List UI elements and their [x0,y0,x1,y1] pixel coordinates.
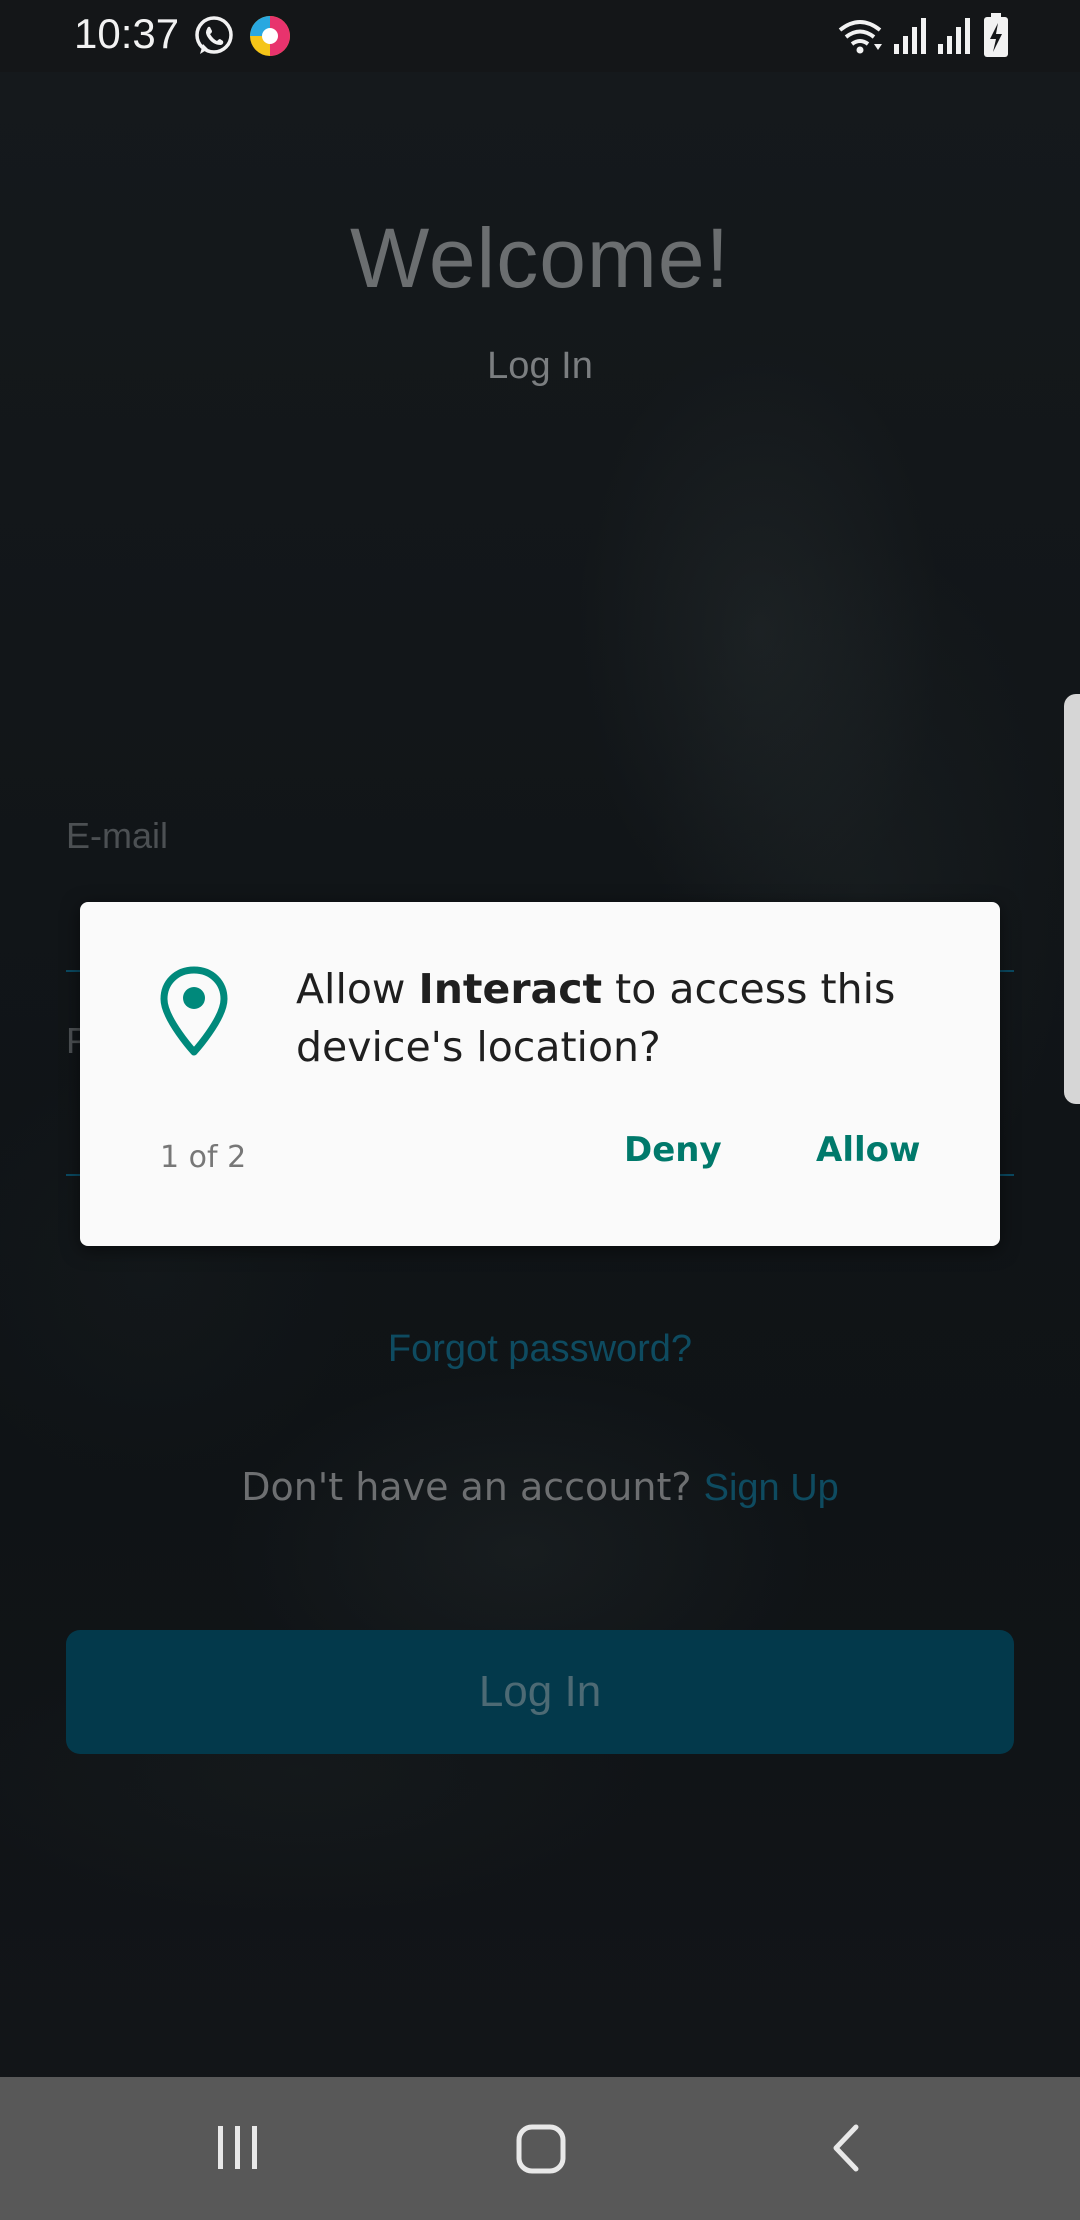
login-button[interactable]: Log In [66,1630,1014,1754]
signup-prompt: Don't have an account? [241,1465,704,1509]
location-pin-icon [160,966,228,1056]
status-time: 10:37 [74,10,180,57]
location-permission-dialog: Allow Interact to access this device's l… [80,902,1000,1246]
back-icon [833,2124,859,2172]
signal-icon [938,18,970,54]
navigation-bar [0,2077,1080,2220]
home-icon [516,2124,566,2174]
login-subtitle: Log In [487,345,593,387]
signup-link[interactable]: Sign Up [704,1467,839,1509]
recent-apps-icon [218,2126,257,2169]
recent-apps-button[interactable] [158,2077,318,2220]
dialog-app-name: Interact [418,965,603,1013]
home-button[interactable] [461,2077,621,2220]
edge-panel-handle[interactable] [1064,694,1080,1104]
status-bar: 10:37 [0,0,1080,72]
whatsapp-icon [195,16,233,54]
dialog-counter: 1 of 2 [160,1140,247,1175]
back-button[interactable] [764,2077,924,2220]
deny-button[interactable]: Deny [624,1130,722,1170]
signup-row: Don't have an account? Sign Up [0,1465,1080,1510]
dialog-message-prefix: Allow [296,965,419,1013]
screen: 10:37 Welcome! Log In E-mail P Forgot pa… [0,0,1080,2220]
wifi-icon [838,20,882,54]
allow-button[interactable]: Allow [816,1130,920,1170]
app-notification-icon [250,16,290,56]
email-field-label: E-mail [66,815,169,856]
forgot-password-link[interactable]: Forgot password? [0,1328,1080,1371]
dialog-message: Allow Interact to access this device's l… [296,960,956,1076]
signal-icon [894,18,926,54]
battery-charging-icon [984,13,1008,57]
welcome-title: Welcome! [350,211,730,305]
